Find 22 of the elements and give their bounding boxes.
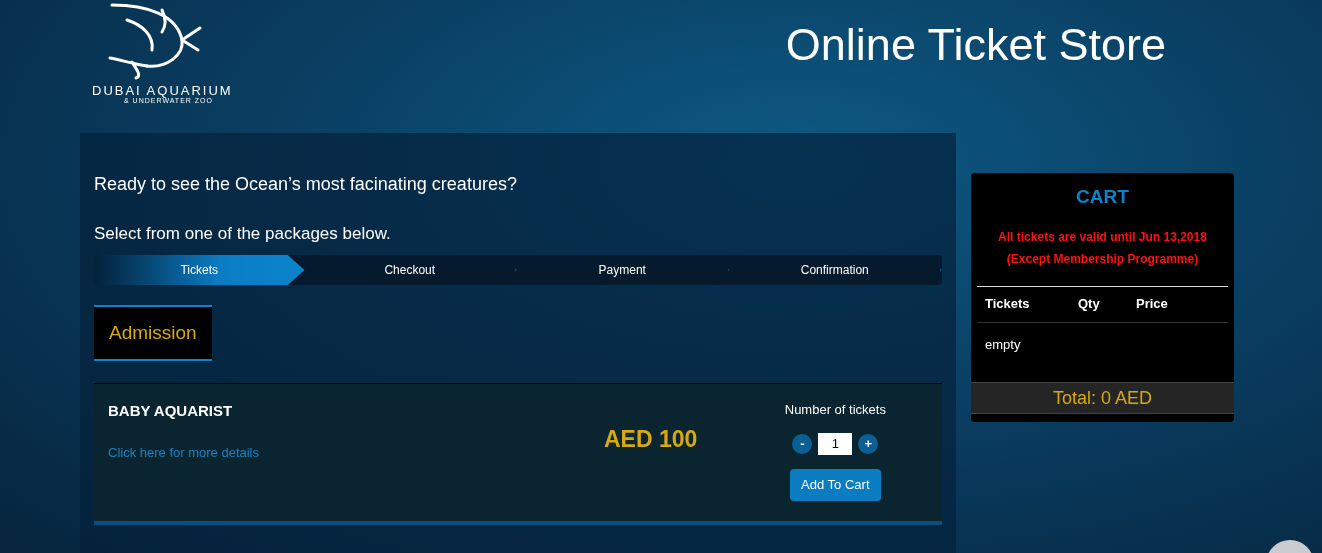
increment-button[interactable]: +: [858, 433, 879, 454]
category-tab[interactable]: Admission: [94, 305, 212, 361]
cart-title: CART: [1075, 185, 1130, 209]
cart-column-header: Price: [1136, 295, 1169, 314]
cart-notice: All tickets are valid until Jun 13,2018: [998, 228, 1207, 246]
intro-text: Ready to see the Ocean’s most facinating creatures?: [94, 173, 518, 195]
quantity-label: Number of tickets: [784, 401, 886, 419]
store-title: Online Ticket Store: [785, 22, 1166, 67]
cart-column-header: Tickets: [985, 295, 1031, 314]
intro-text: Select from one of the packages below.: [94, 223, 392, 245]
cart-empty-text: empty: [985, 335, 1022, 354]
logo-name: DUBAI AQUARIUM: [92, 84, 233, 97]
progress-step: Tickets: [94, 255, 305, 285]
package-price: AED 100: [604, 425, 698, 454]
details-link[interactable]: Click here for more details: [108, 442, 558, 462]
quantity-field[interactable]: 1: [818, 432, 853, 455]
cart-notice: (Except Membership Programme): [1006, 250, 1199, 268]
decrement-button[interactable]: -: [792, 433, 813, 454]
add-to-cart-button[interactable]: Add To Cart: [790, 468, 881, 501]
package-name: BABY AQUARIST: [108, 401, 234, 421]
cart-column-header: Qty: [1078, 295, 1101, 314]
cart-total: Total: 0 AED: [1052, 386, 1153, 410]
